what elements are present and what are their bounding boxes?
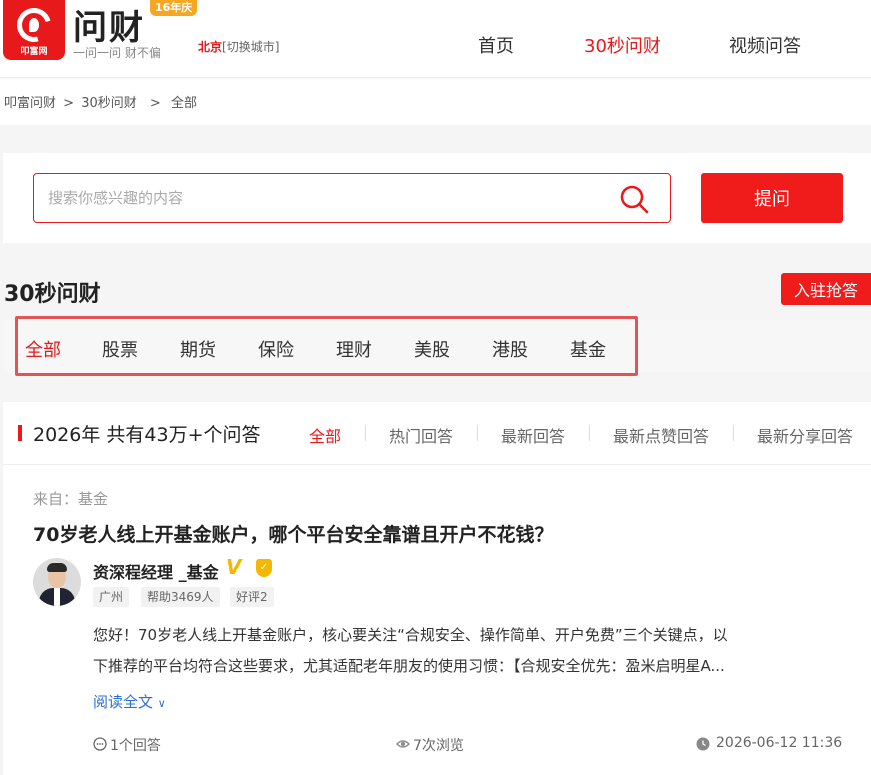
avatar[interactable] bbox=[33, 558, 81, 606]
author-tag-city: 广州 bbox=[93, 587, 130, 607]
sort-tab-all[interactable]: 全部 bbox=[309, 423, 341, 447]
city-switch-link[interactable]: [切换城市] bbox=[222, 40, 279, 54]
chevron-down-icon: ∨ bbox=[157, 697, 166, 710]
view-count: 7次浏览 bbox=[413, 738, 464, 754]
nav-video-qa[interactable]: 视频问答 bbox=[729, 32, 801, 58]
comment-icon bbox=[93, 737, 107, 751]
question-list bbox=[3, 402, 871, 775]
breadcrumb-home[interactable]: 叩富问财 bbox=[4, 96, 56, 111]
question-source: 来自：基金 bbox=[33, 490, 109, 508]
nav-30s-wencai[interactable]: 30秒问财 bbox=[584, 32, 661, 58]
breadcrumb-sep: > bbox=[63, 96, 75, 111]
answer-line: 下推荐的平台均符合这些要求，尤其适配老年朋友的使用习惯：【合规安全优先：盈米启明… bbox=[93, 657, 725, 675]
logo-text[interactable]: 问财 bbox=[73, 0, 145, 49]
author-name[interactable]: 资深程经理 _基金 bbox=[93, 559, 219, 583]
category-highlight-box bbox=[15, 316, 638, 376]
sort-tab-latest[interactable]: 最新回答 bbox=[501, 423, 565, 447]
breadcrumb: 叩富问财 > 30秒问财 > 全部 bbox=[0, 79, 871, 125]
clock-icon bbox=[696, 737, 710, 751]
anniversary-badge: 16年庆 bbox=[150, 0, 198, 16]
breadcrumb-sep: > bbox=[149, 96, 161, 111]
sort-tab-hot[interactable]: 热门回答 bbox=[389, 423, 453, 447]
city-selector[interactable]: 北京[切换城市] bbox=[198, 38, 279, 55]
breadcrumb-current: 全部 bbox=[170, 96, 197, 111]
join-answer-button[interactable]: 入驻抢答 bbox=[781, 273, 871, 305]
author-tag-rating: 好评2 bbox=[230, 587, 274, 607]
certified-badge-icon: ✓ bbox=[256, 559, 272, 577]
section-title: 30秒问财 bbox=[4, 282, 101, 307]
sort-tab-latest-liked[interactable]: 最新点赞回答 bbox=[613, 423, 709, 447]
search-box[interactable] bbox=[33, 173, 671, 223]
search-icon[interactable] bbox=[618, 183, 650, 215]
logo-small-text: 叩富网 bbox=[20, 47, 48, 57]
nav-home[interactable]: 首页 bbox=[478, 32, 514, 58]
author-tag-helped: 帮助3469人 bbox=[141, 587, 220, 607]
post-time: 2026-06-12 11:36 bbox=[716, 735, 843, 751]
answer-excerpt: 您好！70岁老人线上开基金账户，核心要关注“合规安全、操作简单、开户免费”三个关… bbox=[93, 620, 793, 682]
search-input[interactable] bbox=[48, 186, 608, 210]
search-section: 提问 bbox=[3, 153, 871, 243]
stat-accent-bar bbox=[18, 425, 22, 441]
stat-count: 2026年 共有43万+个问答 bbox=[33, 424, 261, 446]
answer-count[interactable]: 1个回答 bbox=[110, 735, 161, 755]
eye-icon bbox=[396, 740, 410, 748]
top-header: 叩富网 问财 16年庆 一问一问 财不偏 北京[切换城市] 首页 30秒问财 视… bbox=[0, 0, 871, 78]
verified-v-icon: V bbox=[226, 555, 242, 579]
ask-button[interactable]: 提问 bbox=[701, 173, 843, 223]
logo-tagline: 一问一问 财不偏 bbox=[73, 46, 161, 60]
city-name: 北京 bbox=[198, 40, 223, 54]
logo-badge[interactable]: 叩富网 bbox=[3, 0, 65, 60]
question-title[interactable]: 70岁老人线上开基金账户，哪个平台安全靠谱且开户不花钱？ bbox=[33, 520, 553, 547]
sort-tab-latest-shared[interactable]: 最新分享回答 bbox=[757, 423, 853, 447]
breadcrumb-30s[interactable]: 30秒问财 bbox=[81, 96, 137, 111]
answer-line: 您好！70岁老人线上开基金账户，核心要关注“合规安全、操作简单、开户免费”三个关… bbox=[93, 626, 728, 644]
read-more-link[interactable]: 阅读全文 ∨ bbox=[93, 691, 166, 712]
